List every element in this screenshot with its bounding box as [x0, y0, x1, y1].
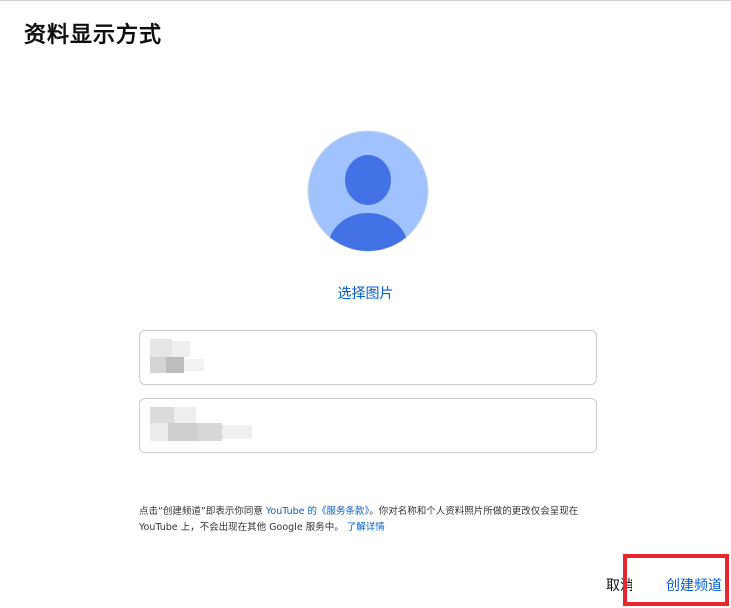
cancel-button[interactable]: 取消	[606, 575, 632, 595]
avatar[interactable]	[307, 130, 429, 252]
learn-more-link[interactable]: 了解详情	[347, 522, 385, 533]
default-avatar-icon	[307, 130, 429, 252]
select-photo-link[interactable]: 选择图片	[0, 283, 731, 303]
handle-input[interactable]	[140, 399, 596, 452]
handle-field[interactable]	[139, 398, 597, 453]
terms-notice: 点击“创建频道”即表示你同意 YouTube 的《服务条款》。你对名称和个人资料…	[139, 504, 609, 536]
terms-text-1: 点击“创建频道”即表示你同意	[139, 506, 266, 517]
dialog-title: 资料显示方式	[24, 23, 163, 48]
name-field[interactable]	[139, 330, 597, 385]
terms-of-service-link[interactable]: YouTube 的《服务条款》	[266, 506, 369, 517]
create-channel-dialog: 资料显示方式 选择图片 点击“创建频道”即表示你同意 YouTube 的《服务条…	[0, 0, 731, 608]
name-input[interactable]	[140, 331, 596, 384]
create-channel-button[interactable]: 创建频道	[666, 575, 722, 595]
